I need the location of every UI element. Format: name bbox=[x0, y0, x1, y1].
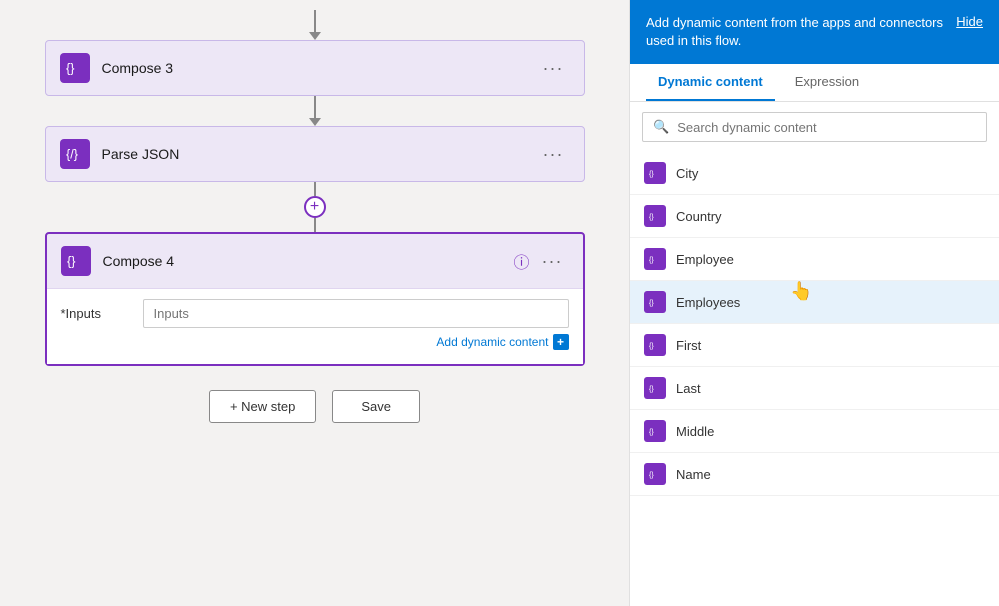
dynamic-item-label: Last bbox=[676, 381, 701, 396]
compose4-icon: {} bbox=[61, 246, 91, 276]
tab-expression[interactable]: Expression bbox=[783, 64, 871, 101]
compose3-icon: {} bbox=[60, 53, 90, 83]
dynamic-item-icon: {} bbox=[644, 377, 666, 399]
dynamic-item[interactable]: {} Middle bbox=[630, 410, 999, 453]
search-icon: 🔍 bbox=[653, 119, 669, 135]
svg-text:{}: {} bbox=[649, 299, 654, 307]
dynamic-content-list: {}City{}Country{}Employee{}Employees👆{}F… bbox=[630, 152, 999, 606]
compose4-title: Compose 4 bbox=[103, 253, 514, 269]
svg-text:{}: {} bbox=[649, 471, 654, 479]
top-arrow bbox=[309, 10, 321, 40]
dynamic-item[interactable]: {} Country bbox=[630, 195, 999, 238]
compose3-title: Compose 3 bbox=[102, 60, 537, 76]
svg-text:{}: {} bbox=[649, 385, 654, 393]
arrow-1 bbox=[309, 96, 321, 126]
dynamic-item-label: Employees bbox=[676, 295, 740, 310]
parse-json-menu-button[interactable]: ··· bbox=[537, 142, 570, 167]
add-dynamic-content-link[interactable]: Add dynamic content + bbox=[436, 334, 568, 350]
svg-text:{}: {} bbox=[649, 170, 654, 178]
bottom-actions: + New step Save bbox=[209, 390, 420, 423]
add-dynamic-icon: + bbox=[553, 334, 569, 350]
svg-text:{}: {} bbox=[649, 342, 654, 350]
dynamic-item[interactable]: {} First bbox=[630, 324, 999, 367]
new-step-button[interactable]: + New step bbox=[209, 390, 316, 423]
dynamic-item-label: Country bbox=[676, 209, 722, 224]
dynamic-item-icon: {} bbox=[644, 334, 666, 356]
parse-json-card: {/} Parse JSON ··· bbox=[45, 126, 585, 182]
svg-text:{}: {} bbox=[649, 256, 654, 264]
search-box: 🔍 bbox=[642, 112, 987, 142]
panel-tabs: Dynamic content Expression bbox=[630, 64, 999, 102]
svg-text:{}: {} bbox=[66, 62, 74, 76]
compose4-card: {} Compose 4 ⓘ ··· *Inputs Add dynamic c… bbox=[45, 232, 585, 366]
compose4-menu-button[interactable]: ··· bbox=[536, 249, 569, 274]
dynamic-item[interactable]: {} City bbox=[630, 152, 999, 195]
svg-text:{}: {} bbox=[649, 213, 654, 221]
svg-text:{}: {} bbox=[67, 255, 75, 269]
dynamic-item-icon: {} bbox=[644, 291, 666, 313]
panel-header-text: Add dynamic content from the apps and co… bbox=[646, 14, 944, 50]
compose4-body: *Inputs Add dynamic content + bbox=[47, 288, 583, 364]
dynamic-item-label: Employee bbox=[676, 252, 734, 267]
dynamic-item[interactable]: {} Last bbox=[630, 367, 999, 410]
dynamic-item-label: First bbox=[676, 338, 701, 353]
tab-dynamic-content[interactable]: Dynamic content bbox=[646, 64, 775, 101]
dynamic-item-icon: {} bbox=[644, 463, 666, 485]
dynamic-item-label: Middle bbox=[676, 424, 714, 439]
dynamic-item-icon: {} bbox=[644, 205, 666, 227]
add-dynamic-content-text: Add dynamic content bbox=[436, 335, 548, 349]
dynamic-item-icon: {} bbox=[644, 162, 666, 184]
compose3-menu-button[interactable]: ··· bbox=[537, 56, 570, 81]
panel-header: Add dynamic content from the apps and co… bbox=[630, 0, 999, 64]
inputs-label: *Inputs bbox=[61, 306, 131, 321]
parse-json-icon: {/} bbox=[60, 139, 90, 169]
add-step-button[interactable]: + bbox=[304, 196, 326, 218]
svg-text:{/}: {/} bbox=[66, 148, 78, 162]
dynamic-item[interactable]: {}Employees👆 bbox=[630, 281, 999, 324]
flow-canvas: {} Compose 3 ··· {/} Parse JSON ··· + {} bbox=[0, 0, 629, 606]
plus-connector: + bbox=[304, 182, 326, 232]
inputs-field[interactable] bbox=[143, 299, 569, 328]
parse-json-title: Parse JSON bbox=[102, 146, 537, 162]
dynamic-item[interactable]: {} Employee bbox=[630, 238, 999, 281]
save-button[interactable]: Save bbox=[332, 390, 420, 423]
svg-text:{}: {} bbox=[649, 428, 654, 436]
dynamic-item-label: Name bbox=[676, 467, 711, 482]
dynamic-content-panel: Add dynamic content from the apps and co… bbox=[629, 0, 999, 606]
search-input[interactable] bbox=[677, 120, 976, 135]
dynamic-item[interactable]: {} Name bbox=[630, 453, 999, 496]
dynamic-item-label: City bbox=[676, 166, 698, 181]
hide-button[interactable]: Hide bbox=[956, 14, 983, 29]
dynamic-item-icon: {} bbox=[644, 420, 666, 442]
dynamic-item-icon: {} bbox=[644, 248, 666, 270]
compose3-card: {} Compose 3 ··· bbox=[45, 40, 585, 96]
compose4-info-button[interactable]: ⓘ bbox=[514, 249, 530, 273]
